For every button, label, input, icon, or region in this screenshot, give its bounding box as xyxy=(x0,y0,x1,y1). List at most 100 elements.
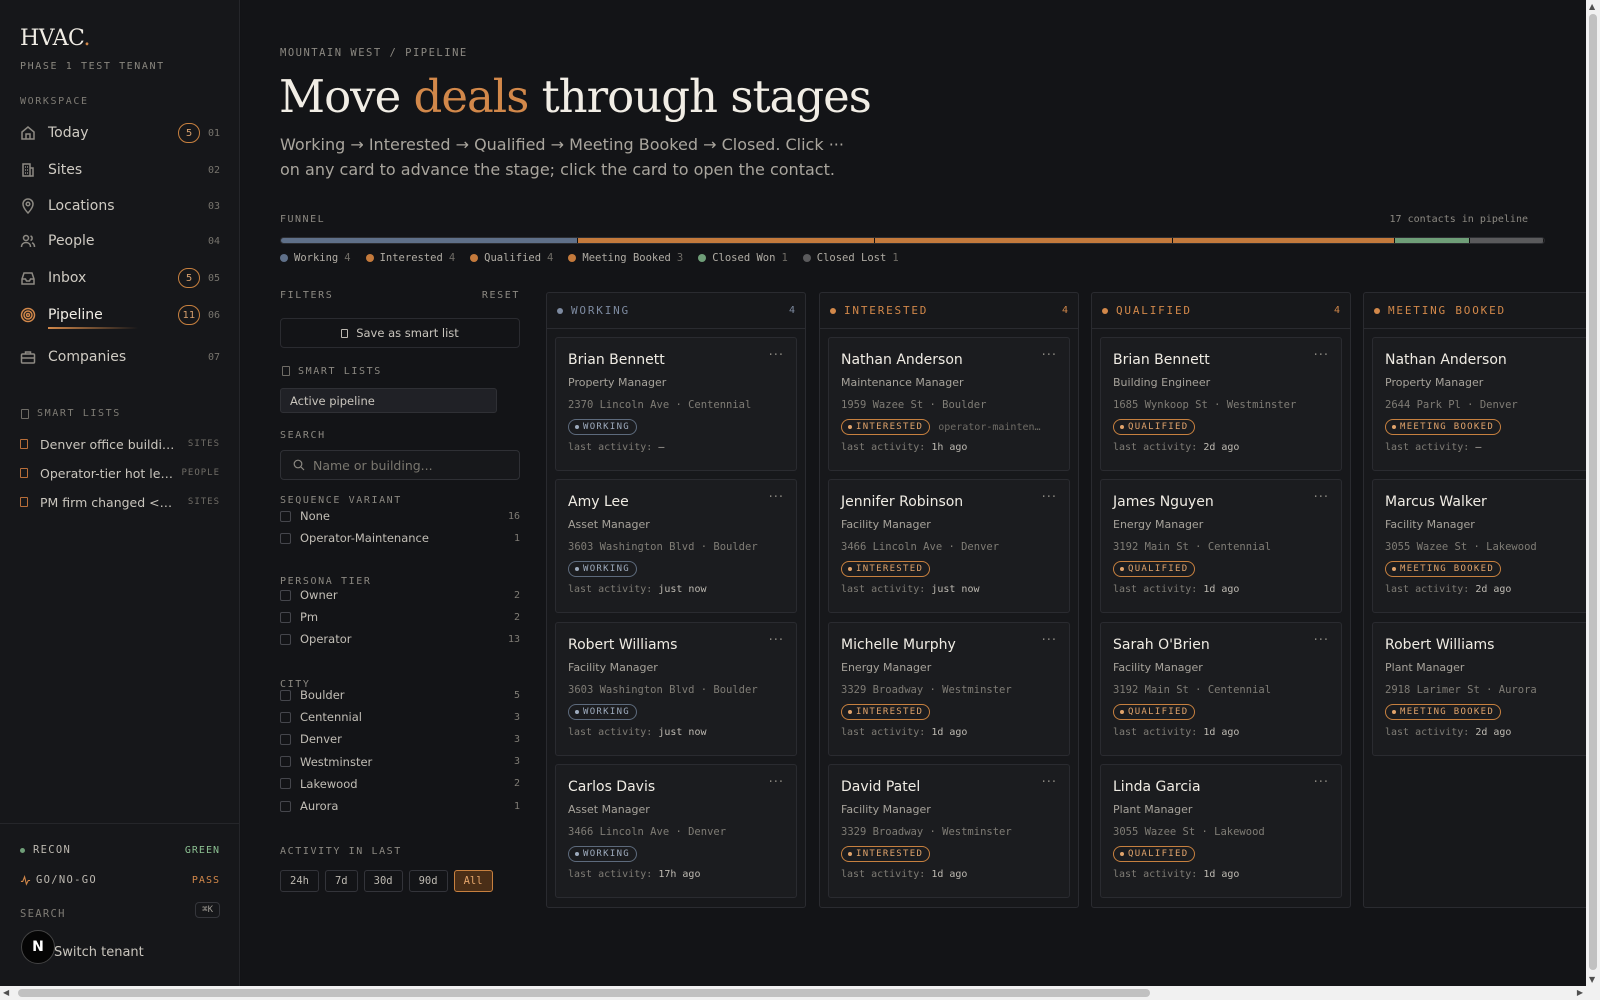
contact-card[interactable]: Brian Bennett ··· Property Manager 2370 Lin… xyxy=(555,337,797,471)
global-search[interactable]: SEARCH ⌘K xyxy=(20,902,220,924)
legend-label: Qualified xyxy=(484,252,542,264)
checkbox[interactable] xyxy=(280,689,291,701)
contact-card[interactable]: Jennifer Robinson ··· Facility Manager 3466… xyxy=(828,479,1070,613)
checkbox[interactable] xyxy=(280,589,291,601)
filter-checkbox-none[interactable]: None 16 xyxy=(280,506,520,526)
advance-stage-menu-icon[interactable]: ··· xyxy=(1314,775,1329,790)
checkbox[interactable] xyxy=(280,633,291,645)
sidebar-item-inbox[interactable]: Inbox 5 05 xyxy=(10,261,230,295)
advance-stage-menu-icon[interactable]: ··· xyxy=(1314,490,1329,505)
checkbox[interactable] xyxy=(280,778,291,790)
contact-card[interactable]: Linda Garcia ··· Plant Manager 3055 Wazee S… xyxy=(1100,764,1342,898)
advance-stage-menu-icon[interactable]: ··· xyxy=(1314,348,1329,363)
advance-stage-menu-icon[interactable]: ··· xyxy=(1314,633,1329,648)
activity-chip-7d[interactable]: 7d xyxy=(324,870,358,892)
contact-card[interactable]: Marcus Walker···Facility Manager3055 Waz… xyxy=(1372,479,1600,613)
advance-stage-menu-icon[interactable]: ··· xyxy=(769,633,784,648)
contact-card[interactable]: Sarah O'Brien ··· Facility Manager 3192 Mai… xyxy=(1100,622,1342,756)
contact-card[interactable]: James Nguyen ··· Energy Manager 3192 Main S… xyxy=(1100,479,1342,613)
briefcase-icon xyxy=(20,351,36,364)
smart-list-item[interactable]: PM firm changed <120d SITES xyxy=(20,490,220,514)
contact-name: Jennifer Robinson xyxy=(841,494,964,510)
column-dot xyxy=(1102,307,1108,314)
contact-card[interactable]: Carlos Davis ··· Asset Manager 3466 Lincoln… xyxy=(555,764,797,898)
smart-list-item[interactable]: Denver office building... SITES xyxy=(20,432,220,456)
checkbox[interactable] xyxy=(280,800,291,812)
brand-logo[interactable]: HVAC. xyxy=(20,26,90,51)
advance-stage-menu-icon[interactable]: ··· xyxy=(1042,490,1057,505)
column-header: WORKING 4 xyxy=(547,293,805,329)
save-smart-list-button[interactable]: Save as smart list xyxy=(280,318,520,348)
contact-role: Maintenance Manager xyxy=(841,376,964,389)
legend-dot xyxy=(365,254,374,262)
last-activity: last activity: 1d ago xyxy=(1113,727,1329,738)
advance-stage-menu-icon[interactable]: ··· xyxy=(1042,633,1057,648)
advance-stage-menu-icon[interactable]: ··· xyxy=(1042,348,1057,363)
pipeline-column-meeting-booked: MEETING BOOKEDNathan Anderson···Property… xyxy=(1363,292,1600,908)
horizontal-scrollbar[interactable]: ◀ ▶ xyxy=(0,986,1600,1000)
search-input[interactable]: Name or building... xyxy=(280,450,520,480)
sidebar-item-pipeline[interactable]: Pipeline 11 06 xyxy=(10,298,230,332)
sidebar-item-people[interactable]: People 04 xyxy=(10,224,230,258)
advance-stage-menu-icon[interactable]: ··· xyxy=(769,348,784,363)
advance-stage-menu-icon[interactable]: ··· xyxy=(1042,775,1057,790)
contact-card[interactable]: Nathan Anderson···Property Manager2644 P… xyxy=(1372,337,1600,471)
contact-address: 2918 Larimer St · Aurora xyxy=(1385,684,1537,696)
activity-chip-24h[interactable]: 24h xyxy=(280,870,319,892)
contact-card[interactable]: Amy Lee ··· Asset Manager 3603 Washington B… xyxy=(555,479,797,613)
activity-chip-90d[interactable]: 90d xyxy=(408,870,448,892)
gonogo-status[interactable]: GO/NO-GO PASS xyxy=(20,870,220,890)
contact-name: Carlos Davis xyxy=(568,779,656,795)
filter-checkbox-westminster[interactable]: Westminster 3 xyxy=(280,752,520,772)
sidebar-item-locations[interactable]: Locations 03 xyxy=(10,189,230,223)
filter-checkbox-aurora[interactable]: Aurora 1 xyxy=(280,796,520,816)
contact-card[interactable]: Robert Williams ··· Facility Manager 3603 W… xyxy=(555,622,797,756)
vertical-scrollbar[interactable]: ▲ ▼ xyxy=(1586,0,1600,986)
activity-chip-all[interactable]: All xyxy=(453,870,493,892)
smart-list-item[interactable]: Operator-tier hot leads PEOPLE xyxy=(20,461,220,485)
last-activity: last activity: 1d ago xyxy=(1113,869,1329,880)
filter-checkbox-pm[interactable]: Pm 2 xyxy=(280,607,520,627)
contact-card[interactable]: Nathan Anderson ··· Maintenance Manager 195… xyxy=(828,337,1070,471)
advance-stage-menu-icon[interactable]: ··· xyxy=(769,775,784,790)
checkbox[interactable] xyxy=(280,510,291,522)
stage-badge: QUALIFIED xyxy=(1113,419,1196,435)
sidebar-item-today[interactable]: Today 5 01 xyxy=(10,116,230,150)
switch-tenant-link[interactable]: Switch tenant xyxy=(54,945,144,960)
checkbox[interactable] xyxy=(280,711,291,723)
filter-checkbox-centennial[interactable]: Centennial 3 xyxy=(280,707,520,727)
sidebar-item-sites[interactable]: Sites 02 xyxy=(10,153,230,187)
contact-card[interactable]: Robert Williams···Plant Manager2918 Lari… xyxy=(1372,622,1600,756)
sidebar-item-companies[interactable]: Companies 07 xyxy=(10,340,230,374)
advance-stage-menu-icon[interactable]: ··· xyxy=(769,490,784,505)
nav-index: 03 xyxy=(207,200,220,212)
filter-checkbox-owner[interactable]: Owner 2 xyxy=(280,585,520,605)
badge-dot xyxy=(1392,567,1396,571)
checkbox[interactable] xyxy=(280,756,291,768)
legend-item: Interested 4 xyxy=(365,252,455,264)
contact-card[interactable]: David Patel ··· Facility Manager 3329 Broad… xyxy=(828,764,1070,898)
recon-status[interactable]: RECON GREEN xyxy=(20,840,220,860)
funnel-segment xyxy=(1172,238,1396,243)
checkbox[interactable] xyxy=(280,611,291,623)
contact-card[interactable]: Brian Bennett ··· Building Engineer 1685 Wy… xyxy=(1100,337,1342,471)
filter-checkbox-operator[interactable]: Operator 13 xyxy=(280,629,520,649)
avatar[interactable]: N xyxy=(21,930,55,964)
contact-card[interactable]: Michelle Murphy ··· Energy Manager 3329 Bro… xyxy=(828,622,1070,756)
filter-checkbox-denver[interactable]: Denver 3 xyxy=(280,729,520,749)
filter-checkbox-boulder[interactable]: Boulder 5 xyxy=(280,685,520,705)
building-icon xyxy=(22,163,34,177)
filter-checkbox-lakewood[interactable]: Lakewood 2 xyxy=(280,774,520,794)
contact-address: 3192 Main St · Centennial xyxy=(1113,541,1272,553)
smart-lists-filter-label: SMART LISTS xyxy=(298,366,382,377)
checkbox[interactable] xyxy=(280,733,291,745)
smart-list-icon xyxy=(282,366,290,376)
checkbox[interactable] xyxy=(280,532,291,544)
funnel-segment xyxy=(1395,238,1470,243)
last-activity-label: last activity: xyxy=(1113,727,1198,738)
reset-button[interactable]: RESET xyxy=(482,290,520,301)
smart-list-select[interactable]: Active pipeline xyxy=(280,388,497,413)
nav-index: 07 xyxy=(207,351,220,363)
activity-chip-30d[interactable]: 30d xyxy=(363,870,403,892)
filter-checkbox-operator-maintenance[interactable]: Operator-Maintenance 1 xyxy=(280,528,520,548)
